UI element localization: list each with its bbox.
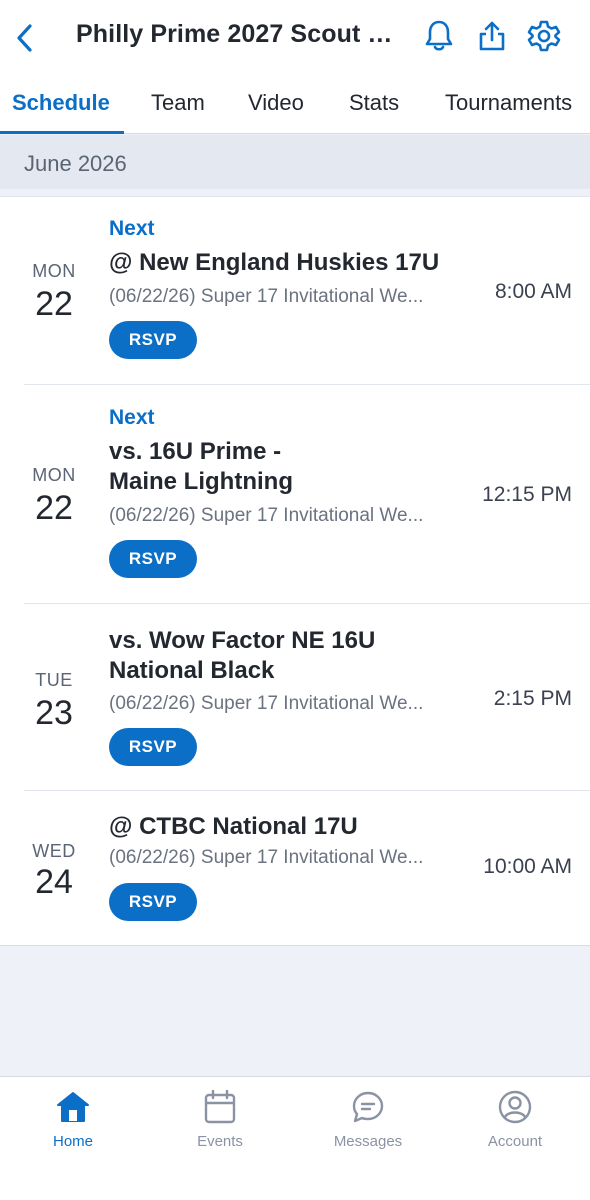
- event-day-of-week: WED: [32, 841, 76, 861]
- event-subtitle: (06/22/26) Super 17 Invitational We...: [109, 847, 424, 868]
- tab-schedule[interactable]: Schedule: [12, 90, 110, 116]
- nav-home[interactable]: Home: [18, 1087, 128, 1157]
- event-row[interactable]: MON 22 Next vs. 16U Prime - Maine Lightn…: [0, 385, 590, 604]
- event-subtitle: (06/22/26) Super 17 Invitational We...: [109, 286, 424, 307]
- notifications-button[interactable]: [419, 16, 459, 56]
- tab-video[interactable]: Video: [248, 90, 304, 116]
- calendar-icon: [204, 1089, 236, 1124]
- share-button[interactable]: [472, 16, 512, 56]
- share-icon: [479, 21, 505, 51]
- event-time: 10:00 AM: [483, 855, 572, 878]
- next-label: Next: [109, 406, 155, 429]
- event-opponent: vs. 16U Prime - Maine Lightning: [109, 438, 293, 495]
- nav-label: Messages: [333, 1133, 403, 1150]
- event-time: 8:00 AM: [494, 280, 572, 303]
- account-icon: [498, 1090, 532, 1124]
- gear-icon: [527, 20, 561, 52]
- active-tab-indicator: [0, 131, 124, 134]
- bell-icon: [425, 20, 453, 51]
- event-opponent: vs. Wow Factor NE 16U National Black: [109, 627, 376, 684]
- nav-label: Home: [52, 1133, 93, 1150]
- event-day-number: 22: [35, 489, 73, 527]
- event-list: MON 22 Next @ New England Huskies 17U (0…: [0, 196, 590, 946]
- settings-button[interactable]: [524, 16, 564, 56]
- nav-events[interactable]: Events: [165, 1087, 275, 1157]
- rsvp-button[interactable]: RSVP: [109, 728, 197, 766]
- bottom-nav: Home Events Messages Account: [0, 1076, 590, 1200]
- event-opponent: @ CTBC National 17U: [109, 813, 358, 840]
- event-day-of-week: MON: [32, 465, 76, 485]
- event-day-of-week: MON: [32, 261, 76, 281]
- back-button[interactable]: [8, 18, 42, 58]
- tab-bar: Schedule Team Video Stats Tournaments: [0, 76, 590, 134]
- event-row[interactable]: WED 24 @ CTBC National 17U (06/22/26) Su…: [0, 791, 590, 947]
- tab-tournaments[interactable]: Tournaments: [445, 90, 572, 116]
- event-day-number: 22: [35, 285, 73, 323]
- event-time: 2:15 PM: [493, 687, 572, 710]
- event-day-number: 23: [35, 694, 73, 732]
- chat-bubble-icon: [352, 1091, 384, 1123]
- event-subtitle: (06/22/26) Super 17 Invitational We...: [109, 693, 424, 714]
- rsvp-button[interactable]: RSVP: [109, 321, 197, 359]
- event-row[interactable]: TUE 23 vs. Wow Factor NE 16U National Bl…: [0, 604, 590, 791]
- event-opponent: @ New England Huskies 17U: [109, 249, 440, 276]
- month-label: June 2026: [24, 151, 127, 176]
- nav-label: Account: [487, 1133, 543, 1150]
- rsvp-button[interactable]: RSVP: [109, 883, 197, 921]
- tab-team[interactable]: Team: [151, 90, 205, 116]
- home-icon: [57, 1092, 89, 1122]
- back-chevron-icon: [17, 24, 32, 52]
- event-row[interactable]: MON 22 Next @ New England Huskies 17U (0…: [0, 197, 590, 385]
- next-label: Next: [109, 217, 155, 240]
- event-subtitle: (06/22/26) Super 17 Invitational We...: [109, 505, 424, 526]
- event-day-number: 24: [35, 863, 73, 901]
- nav-label: Events: [197, 1133, 243, 1150]
- event-day-of-week: TUE: [35, 670, 73, 690]
- nav-account[interactable]: Account: [460, 1087, 570, 1157]
- app-header: Philly Prime 2027 Scout 1...: [0, 0, 590, 76]
- month-section-header: June 2026: [0, 135, 590, 189]
- nav-messages[interactable]: Messages: [313, 1087, 423, 1157]
- event-time: 12:15 PM: [482, 483, 572, 506]
- rsvp-button[interactable]: RSVP: [109, 540, 197, 578]
- page-title: Philly Prime 2027 Scout 1...: [76, 20, 402, 48]
- tab-stats[interactable]: Stats: [349, 90, 399, 116]
